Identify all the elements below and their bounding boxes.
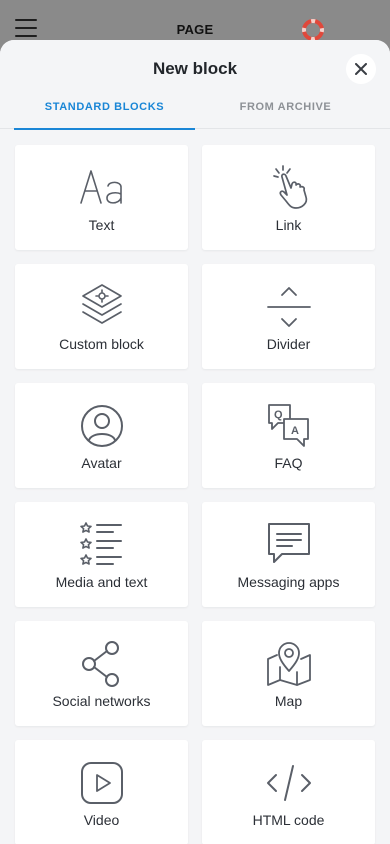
svg-text:A: A bbox=[291, 425, 299, 437]
sheet-title: New block bbox=[152, 59, 238, 78]
map-icon bbox=[266, 642, 311, 686]
tab-standard-blocks[interactable]: STANDARD BLOCKS bbox=[14, 90, 195, 130]
faq-icon: Q A bbox=[267, 404, 309, 447]
code-icon bbox=[266, 765, 311, 801]
divider-icon bbox=[266, 287, 311, 327]
video-icon bbox=[80, 762, 123, 804]
lifebuoy-icon[interactable] bbox=[302, 19, 324, 41]
text-icon bbox=[79, 170, 122, 204]
block-card-text[interactable]: Text bbox=[15, 145, 188, 250]
tab-from-archive[interactable]: FROM ARCHIVE bbox=[195, 90, 376, 129]
block-label: Avatar bbox=[81, 455, 122, 471]
svg-text:Q: Q bbox=[274, 409, 283, 421]
block-card-avatar[interactable]: Avatar bbox=[15, 383, 188, 488]
block-label: Video bbox=[83, 812, 120, 828]
block-card-faq[interactable]: Q A FAQ bbox=[202, 383, 375, 488]
avatar-icon bbox=[80, 405, 123, 447]
block-card-custom-block[interactable]: Custom block bbox=[15, 264, 188, 369]
block-label: Media and text bbox=[55, 574, 148, 590]
block-label: Custom block bbox=[59, 336, 144, 352]
tab-bar: STANDARD BLOCKS FROM ARCHIVE bbox=[14, 90, 376, 130]
sheet-header: New block STANDARD BLOCKS FROM ARCHIVE bbox=[0, 40, 390, 130]
page-title: PAGE bbox=[176, 22, 214, 37]
new-block-sheet: New block STANDARD BLOCKS FROM ARCHIVE T… bbox=[0, 40, 390, 844]
block-label: Map bbox=[274, 693, 303, 709]
block-grid: Text Link Custom block Divider Avatar Q … bbox=[15, 145, 375, 844]
share-icon bbox=[81, 641, 119, 687]
block-label: Text bbox=[88, 217, 115, 233]
message-icon bbox=[267, 523, 310, 563]
block-label: Social networks bbox=[52, 693, 151, 709]
block-card-video[interactable]: Video bbox=[15, 740, 188, 844]
block-card-social-networks[interactable]: Social networks bbox=[15, 621, 188, 726]
close-icon bbox=[355, 63, 367, 75]
block-label: Messaging apps bbox=[237, 574, 340, 590]
tap-hand-icon bbox=[272, 165, 307, 209]
block-card-html-code[interactable]: HTML code bbox=[202, 740, 375, 844]
block-card-map[interactable]: Map bbox=[202, 621, 375, 726]
block-card-divider[interactable]: Divider bbox=[202, 264, 375, 369]
media-list-icon bbox=[79, 522, 122, 565]
layers-icon bbox=[81, 284, 122, 324]
block-card-media-and-text[interactable]: Media and text bbox=[15, 502, 188, 607]
block-label: Divider bbox=[266, 336, 311, 352]
block-label: Link bbox=[275, 217, 302, 233]
close-button[interactable] bbox=[346, 54, 376, 84]
block-card-messaging-apps[interactable]: Messaging apps bbox=[202, 502, 375, 607]
block-label: HTML code bbox=[252, 812, 325, 828]
block-label: FAQ bbox=[274, 455, 303, 471]
block-card-link[interactable]: Link bbox=[202, 145, 375, 250]
